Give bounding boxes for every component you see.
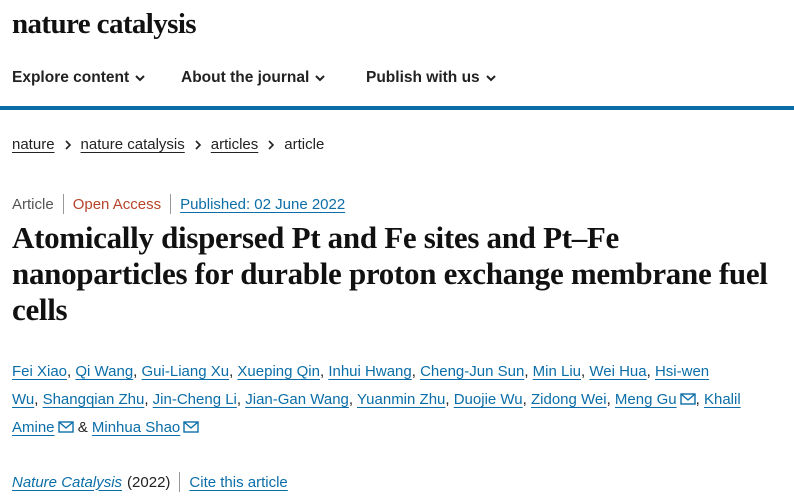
breadcrumb-nature-catalysis[interactable]: nature catalysis [81,136,185,153]
meta-divider [170,194,172,214]
author-link[interactable]: Cheng-Jun Sun [420,363,524,380]
chevron-down-icon [135,74,145,81]
author-link[interactable]: Jin-Cheng Li [153,391,237,408]
meta-divider [62,194,64,214]
author-separator: , [144,391,153,408]
journal-link[interactable]: Nature Catalysis [12,474,122,491]
chevron-right-icon [268,139,275,150]
author-link[interactable]: Wei Hua [589,363,646,380]
author-link[interactable]: Meng Gu [615,391,677,408]
cite-this-article-link[interactable]: Cite this article [189,474,287,491]
author-link[interactable]: Duojie Wu [454,391,523,408]
article-type: Article [12,195,54,213]
nav-item-label: About the journal [181,69,310,86]
main-nav: Explore content About the journal Publis… [0,60,794,98]
author-link[interactable]: Gui-Liang Xu [142,363,230,380]
envelope-icon[interactable] [57,421,74,433]
author-separator: & [73,419,92,436]
nav-about-the-journal[interactable]: About the journal [181,69,326,87]
author-separator: , [348,391,357,408]
chevron-right-icon [64,139,71,150]
author-separator: , [411,363,421,380]
nav-divider [0,106,794,110]
published-date-link[interactable]: Published: 02 June 2022 [180,196,345,213]
chevron-right-icon [195,139,201,150]
author-separator: , [445,391,454,408]
author-link[interactable]: Fei Xiao [12,363,67,380]
nav-item-label: Publish with us [366,69,480,86]
author-separator: , [236,391,246,408]
author-list: Fei Xiao, Qi Wang, Gui-Liang Xu, Xueping… [12,358,782,442]
author-link[interactable]: Min Liu [533,363,581,380]
author-separator: , [133,363,142,380]
chevron-down-icon [485,74,496,81]
author-separator: , [695,391,704,408]
breadcrumb-current: article [284,136,325,153]
envelope-icon[interactable] [679,393,696,405]
breadcrumb-nature[interactable]: nature [12,136,55,153]
author-separator: , [646,363,655,380]
author-link[interactable]: Yuanmin Zhu [357,391,445,408]
author-separator: , [524,363,533,380]
article-meta: Article Open Access Published: 02 June 2… [12,194,345,214]
citation-divider [179,472,181,492]
chevron-down-icon [315,74,326,81]
author-separator: , [522,391,531,408]
envelope-icon[interactable] [183,421,199,433]
author-separator: , [34,391,43,408]
breadcrumb-articles[interactable]: articles [211,136,259,153]
nav-publish-with-us[interactable]: Publish with us [366,69,496,87]
breadcrumb: nature nature catalysis articles article [12,136,324,153]
citation-line: Nature Catalysis (2022) Cite this articl… [12,472,288,492]
nav-item-label: Explore content [12,69,130,86]
author-link[interactable]: Minhua Shao [92,419,180,436]
journal-logo[interactable]: nature catalysis [12,8,197,40]
author-link[interactable]: Zidong Wei [531,391,607,408]
author-link[interactable]: Qi Wang [75,363,133,380]
author-link[interactable]: Inhui Hwang [328,363,411,380]
nav-explore-content[interactable]: Explore content [12,69,145,87]
author-separator: , [606,391,615,408]
author-link[interactable]: Shangqian Zhu [43,391,145,408]
author-link[interactable]: Jian-Gan Wang [245,391,349,408]
author-link[interactable]: Xueping Qin [237,363,320,380]
open-access-badge: Open Access [72,195,162,213]
article-title: Atomically dispersed Pt and Fe sites and… [12,220,768,327]
publication-year: (2022) [127,473,171,491]
